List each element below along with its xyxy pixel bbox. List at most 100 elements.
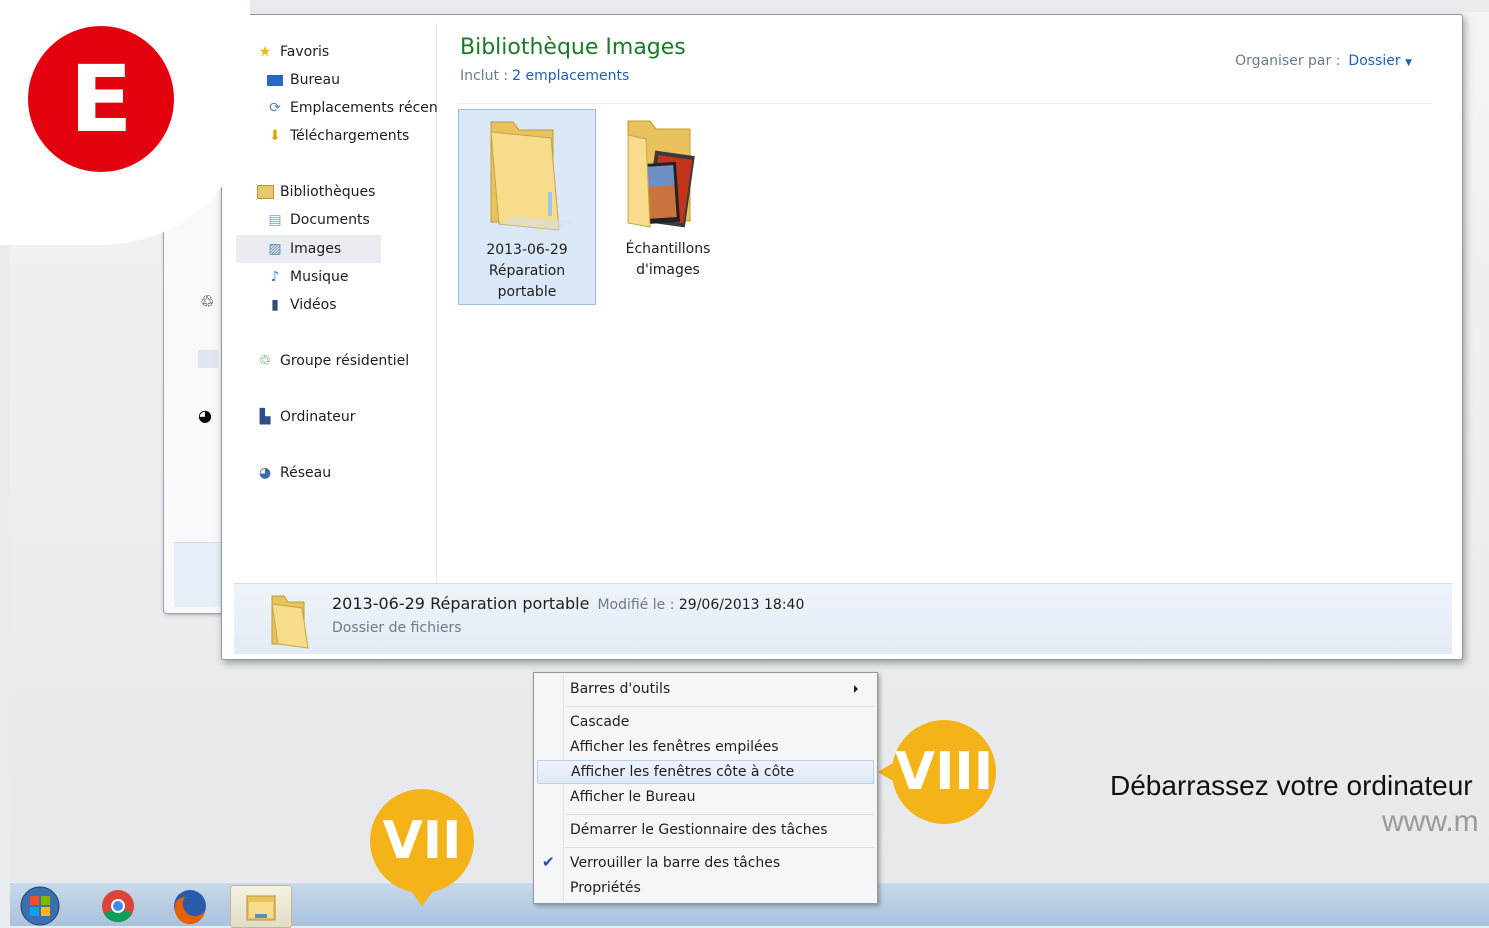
promo-url: www.m: [1382, 805, 1479, 838]
folder-tile[interactable]: 2013-06-29 Réparation portable: [458, 109, 596, 305]
menu-item-label: Afficher le Bureau: [570, 789, 696, 805]
header-divider: [458, 103, 1432, 104]
star-icon: ★: [258, 44, 272, 60]
folder-icon: [490, 121, 573, 231]
dropdown-arrow-icon: ▼: [1405, 58, 1412, 68]
music-icon: ♪: [270, 269, 280, 285]
nav-label: Ordinateur: [280, 409, 356, 425]
nav-images[interactable]: ▨ Images: [235, 235, 382, 263]
nav-label: Bibliothèques: [280, 184, 376, 200]
menu-item-properties[interactable]: Propriétés: [570, 877, 641, 899]
promo-headline: Débarrassez votre ordinateur: [1110, 770, 1473, 801]
menu-item-label: Afficher les fenêtres empilées: [570, 739, 779, 755]
start-button[interactable]: [10, 885, 70, 926]
nav-label: Emplacements récen: [290, 100, 438, 116]
computer-icon: [198, 350, 218, 368]
picture-folder-icon: [627, 120, 695, 228]
arrange-by-dropdown[interactable]: Dossier ▼: [1348, 53, 1412, 69]
nav-reseau[interactable]: ◕ Réseau: [256, 462, 331, 484]
downloads-icon: ⬇: [269, 128, 281, 144]
firefox-taskbar-button[interactable]: [160, 885, 220, 926]
menu-separator: [566, 847, 874, 848]
library-includes: Inclut :2 emplacements: [460, 68, 629, 84]
videos-icon: ▮: [271, 297, 279, 313]
nav-musique[interactable]: ♪ Musique: [266, 266, 349, 288]
nav-favoris[interactable]: ★ Favoris: [256, 41, 329, 63]
firefox-icon: [174, 889, 206, 924]
folder-tile[interactable]: Échantillons d'images: [600, 109, 736, 303]
network-icon: ◕: [198, 406, 212, 425]
nav-documents[interactable]: ▤ Documents: [266, 209, 370, 231]
folder-caption: Échantillons d'images: [600, 239, 736, 281]
folder-caption-line: d'images: [636, 262, 700, 278]
explorer-taskbar-button[interactable]: [230, 885, 292, 928]
nav-telechargements[interactable]: ⬇ Téléchargements: [266, 125, 409, 147]
pictures-icon: ▨: [268, 241, 282, 257]
nav-label: Documents: [290, 212, 370, 228]
folder-caption-line: portable: [497, 284, 557, 300]
computer-icon: ▙: [259, 409, 271, 425]
navigation-pane: ★ Favoris Bureau ⟳ Emplacements récen ⬇ …: [234, 23, 438, 583]
library-title: Bibliothèque Images: [460, 35, 686, 60]
nav-videos[interactable]: ▮ Vidéos: [266, 294, 336, 316]
menu-item-show-desktop[interactable]: Afficher le Bureau: [570, 786, 695, 808]
menu-item-label: Propriétés: [570, 880, 641, 896]
menu-item-label: Verrouiller la barre des tâches: [570, 855, 781, 871]
step-badge: E: [28, 26, 174, 172]
nav-ordinateur[interactable]: ▙ Ordinateur: [256, 406, 356, 428]
menu-item-label: Démarrer le Gestionnaire des tâches: [570, 822, 828, 838]
menu-item-task-manager[interactable]: Démarrer le Gestionnaire des tâches: [570, 819, 828, 841]
nav-label: Favoris: [280, 44, 330, 60]
menu-item-lock-taskbar[interactable]: Verrouiller la barre des tâches: [570, 852, 780, 874]
nav-groupe-residentiel[interactable]: ♲ Groupe résidentiel: [256, 350, 409, 372]
nav-label: Musique: [290, 269, 349, 285]
folder-caption-line: Échantillons: [625, 241, 711, 257]
nav-bureau[interactable]: Bureau: [266, 69, 340, 91]
network-icon: ◕: [258, 465, 272, 481]
libraries-icon: [256, 183, 274, 201]
menu-item-label: Cascade: [570, 714, 630, 730]
desktop-icon: [266, 71, 284, 89]
menu-item-toolbars[interactable]: Barres d'outils: [570, 678, 870, 700]
details-type: Dossier de fichiers: [332, 620, 462, 636]
nav-label: Groupe résidentiel: [280, 353, 410, 369]
details-name: 2013-06-29 Réparation portable Modifié le…: [332, 594, 804, 613]
menu-item-cascade[interactable]: Cascade: [570, 711, 629, 733]
nav-label: Bureau: [290, 72, 340, 88]
homegroup-icon: ♲: [258, 353, 272, 369]
menu-item-label: Afficher les fenêtres côte à côte: [571, 764, 795, 780]
details-pane: 2013-06-29 Réparation portable Modifié le…: [234, 583, 1452, 654]
menu-separator: [566, 706, 874, 707]
arrange-by: Organiser par : Dossier ▼: [1235, 53, 1412, 69]
step-marker-viii: VIII: [894, 742, 994, 802]
menu-separator: [566, 814, 874, 815]
details-name-text: 2013-06-29 Réparation portable: [332, 594, 590, 613]
nav-label: Téléchargements: [290, 128, 410, 144]
arrange-by-label: Organiser par :: [1235, 53, 1341, 69]
details-modified-label: Modifié le :: [597, 597, 675, 613]
chrome-icon: [102, 889, 134, 922]
nav-label: Réseau: [280, 465, 332, 481]
nav-bibliotheques[interactable]: Bibliothèques: [256, 181, 375, 203]
details-modified: Modifié le : 29/06/2013 18:40: [597, 597, 804, 613]
nav-emplacements-recents[interactable]: ⟳ Emplacements récen: [266, 97, 438, 119]
details-modified-value: 29/06/2013 18:40: [678, 597, 805, 613]
homegroup-icon: ♲: [200, 292, 215, 311]
explorer-window[interactable]: ★ Favoris Bureau ⟳ Emplacements récen ⬇ …: [221, 14, 1463, 660]
includes-label: Inclut :: [460, 68, 509, 84]
recent-places-icon: ⟳: [269, 100, 281, 116]
folder-icon: [246, 895, 276, 920]
menu-item-stacked[interactable]: Afficher les fenêtres empilées: [570, 736, 779, 758]
menu-item-side-by-side[interactable]: Afficher les fenêtres côte à côte: [537, 760, 874, 784]
checkmark-icon: ✔: [542, 853, 555, 871]
menu-item-label: Barres d'outils: [570, 681, 671, 697]
includes-link[interactable]: 2 emplacements: [512, 68, 629, 84]
arrange-by-value: Dossier: [1348, 53, 1401, 69]
chrome-taskbar-button[interactable]: [88, 885, 148, 926]
folder-caption-line: 2013-06-29: [486, 242, 568, 258]
folder-caption: 2013-06-29 Réparation portable: [459, 240, 595, 303]
windows-logo-icon: [20, 886, 60, 925]
taskbar-context-menu: Barres d'outils Cascade Afficher les fen…: [533, 672, 878, 904]
submenu-arrow-icon: [854, 685, 858, 693]
content-pane: Bibliothèque Images Inclut :2 emplacemen…: [438, 23, 1452, 583]
